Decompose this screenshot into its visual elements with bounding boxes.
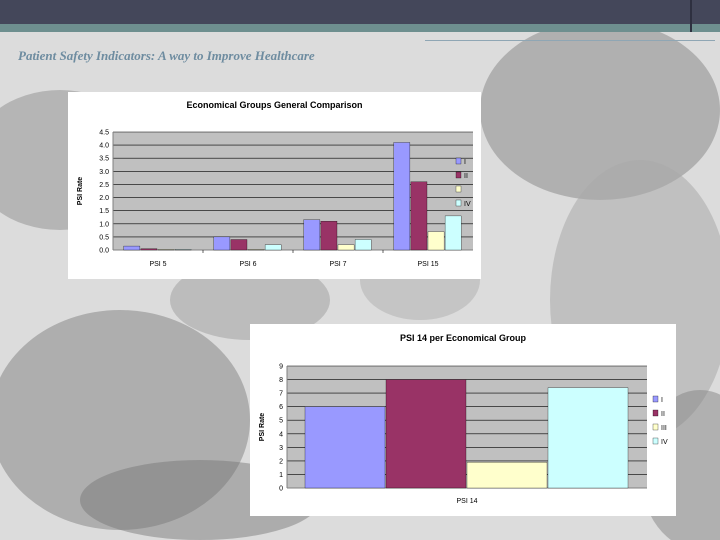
chart-economical-groups-svg: Economical Groups General Comparison 0.0 0…: [77, 100, 473, 268]
chart2-ytick-label: 0: [279, 486, 283, 493]
chart1-ytick-label: 1.0: [99, 221, 109, 228]
chart1-ytick-label: 4.5: [99, 130, 109, 137]
header-accent-bar: [0, 24, 720, 32]
chart1-bar: [444, 215, 462, 251]
chart2-bar: [466, 462, 548, 489]
chart1-ylabel: PSI Rate: [77, 177, 84, 206]
chart1-bar: [174, 249, 192, 251]
header-bar: [0, 0, 720, 24]
chart1-ytick-label: 0.0: [99, 248, 109, 255]
chart2-ytick-label: 3: [279, 445, 283, 452]
chart1-bar: [303, 219, 321, 251]
chart1-category-label: PSI 15: [417, 261, 438, 268]
chart2-ytick-label: 7: [279, 391, 283, 398]
chart1-bar: [157, 249, 175, 251]
chart1-ytick-label: 0.5: [99, 234, 109, 241]
chart1-ytick-label: 3.0: [99, 169, 109, 176]
chart1-bar: [140, 248, 158, 251]
chart1-bar: [337, 244, 355, 251]
chart1-legend-label: I: [464, 159, 466, 166]
chart1-bar: [427, 231, 445, 251]
chart1-bar: [247, 249, 265, 251]
chart1-ytick-label: 4.0: [99, 143, 109, 150]
chart2-xlabel: PSI 14: [456, 498, 477, 505]
header-divider: [690, 0, 692, 32]
chart1-ytick-label: 1.5: [99, 208, 109, 215]
chart-psi14-svg: PSI 14 per Economical Group 0 1 2 3 4 5 6 7 8 9 PSI…: [259, 333, 668, 505]
chart2-legend-label: IV: [661, 439, 668, 446]
chart2-ytick-label: 4: [279, 431, 283, 438]
chart1-legend-label: IV: [464, 201, 471, 208]
chart1-bar: [264, 244, 282, 251]
chart1-category-label: PSI 6: [239, 261, 256, 268]
chart2-legend-label: II: [661, 411, 665, 418]
chart2-ytick-label: 5: [279, 418, 283, 425]
chart2-legend-swatch: [652, 409, 659, 417]
chart1-bar: [213, 236, 231, 251]
chart2-ytick-label: 1: [279, 472, 283, 479]
slide-title: Patient Safety Indicators: A way to Impr…: [18, 48, 315, 63]
chart2-legend-swatch: [652, 423, 659, 431]
title-rule: [425, 40, 715, 41]
chart2-bar: [304, 406, 386, 489]
chart2-ytick-label: 8: [279, 377, 283, 384]
chart1-legend-swatch: [455, 171, 462, 179]
chart1-title: Economical Groups General Comparison: [186, 100, 362, 110]
chart2-ytick-label: 9: [279, 364, 283, 371]
chart1-ytick-label: 2.5: [99, 182, 109, 189]
chart2-ytick-label: 2: [279, 458, 283, 465]
chart2-legend-swatch: [652, 437, 659, 445]
chart1-bar: [123, 245, 141, 251]
chart-psi14: PSI 14 per Economical Group 0 1 2 3 4 5 6 7 8 9 PSI…: [250, 324, 676, 516]
chart2-title: PSI 14 per Economical Group: [400, 333, 527, 343]
chart2-bar: [385, 379, 467, 489]
chart1-bar: [230, 239, 248, 251]
chart2-legend-label: III: [661, 425, 667, 432]
chart2-ylabel: PSI Rate: [259, 413, 266, 442]
chart1-legend-label: II: [464, 173, 468, 180]
chart1-legend-swatch: [455, 185, 462, 193]
chart2-bar: [547, 387, 629, 489]
chart1-bar: [393, 142, 411, 251]
chart1-ytick-label: 3.5: [99, 156, 109, 163]
chart1-category-label: PSI 7: [329, 261, 346, 268]
chart2-ytick-label: 6: [279, 404, 283, 411]
chart1-category-label: PSI 5: [149, 261, 166, 268]
chart1-bar: [320, 221, 338, 251]
chart2-legend-label: I: [661, 397, 663, 404]
chart2-legend-swatch: [652, 395, 659, 403]
chart1-bar: [410, 181, 428, 251]
chart-economical-groups: Economical Groups General Comparison 0.0 0…: [68, 92, 481, 279]
chart1-legend-swatch: [455, 199, 462, 207]
chart1-ytick-label: 2.0: [99, 195, 109, 202]
chart1-legend-swatch: [455, 157, 462, 165]
chart1-bar: [354, 239, 372, 251]
